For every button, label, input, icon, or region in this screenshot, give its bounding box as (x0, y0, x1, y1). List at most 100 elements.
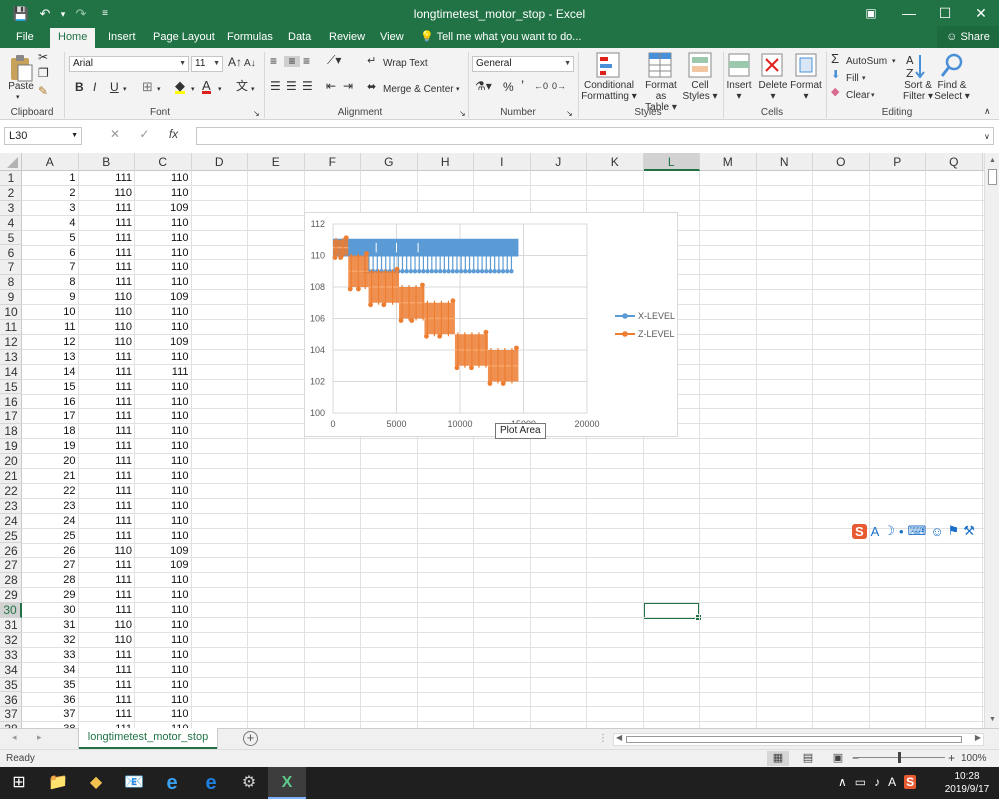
tab-formulas[interactable]: Formulas (219, 28, 281, 48)
cell-c8[interactable]: 110 (135, 275, 192, 290)
row-header-32[interactable]: 32 (0, 633, 22, 648)
row-header-35[interactable]: 35 (0, 678, 22, 693)
cell-a18[interactable]: 18 (22, 424, 79, 439)
row-header-5[interactable]: 5 (0, 231, 22, 246)
row-header-2[interactable]: 2 (0, 186, 22, 201)
tab-insert[interactable]: Insert (100, 28, 144, 48)
phonetic-icon[interactable]: 文 (236, 80, 248, 92)
align-top-icon[interactable]: ≡ (270, 55, 277, 67)
cell-c20[interactable]: 110 (135, 454, 192, 469)
cell-styles-icon[interactable] (688, 52, 712, 78)
row-header-23[interactable]: 23 (0, 499, 22, 514)
tab-page-layout[interactable]: Page Layout (145, 28, 223, 48)
column-header-j[interactable]: J (531, 153, 587, 171)
paste-dropdown-icon[interactable]: ▾ (16, 92, 20, 103)
ime-tools-icon[interactable]: ⚒ (963, 523, 975, 539)
horizontal-scroll-thumb[interactable] (626, 736, 962, 743)
cell-b34[interactable]: 111 (79, 663, 136, 678)
autosum-button[interactable]: AutoSum (846, 56, 887, 67)
row-header-21[interactable]: 21 (0, 469, 22, 484)
borders-dropdown-icon[interactable]: ▾ (157, 84, 161, 95)
name-box[interactable]: L30 ▼ (4, 127, 82, 145)
cell-styles-button[interactable]: Cell Styles ▾ (680, 80, 720, 102)
sheet-tab-longtimetest[interactable]: longtimetest_motor_stop (79, 728, 217, 749)
column-header-b[interactable]: B (79, 153, 135, 171)
cell-a13[interactable]: 13 (22, 350, 79, 365)
format-painter-icon[interactable]: ✎ (38, 85, 48, 97)
row-header-3[interactable]: 3 (0, 201, 22, 216)
wrap-text-button[interactable]: Wrap Text (383, 58, 428, 69)
cell-a7[interactable]: 7 (22, 260, 79, 275)
tool-app-icon[interactable]: ⚙ (230, 767, 268, 799)
cell-b32[interactable]: 110 (79, 633, 136, 648)
cell-b10[interactable]: 110 (79, 305, 136, 320)
cell-c34[interactable]: 110 (135, 663, 192, 678)
cell-c32[interactable]: 110 (135, 633, 192, 648)
font-dialog-launcher-icon[interactable]: ↘ (253, 108, 260, 119)
column-header-p[interactable]: P (870, 153, 926, 171)
cell-c7[interactable]: 110 (135, 260, 192, 275)
merge-dropdown-icon[interactable]: ▾ (456, 84, 460, 95)
cell-c24[interactable]: 110 (135, 514, 192, 529)
zoom-in-button[interactable]: + (948, 751, 955, 765)
cell-c5[interactable]: 110 (135, 231, 192, 246)
cell-c12[interactable]: 109 (135, 335, 192, 350)
cell-c28[interactable]: 110 (135, 573, 192, 588)
cell-a1[interactable]: 1 (22, 171, 79, 186)
cell-b31[interactable]: 110 (79, 618, 136, 633)
row-header-9[interactable]: 9 (0, 290, 22, 306)
row-header-25[interactable]: 25 (0, 529, 22, 544)
cell-b19[interactable]: 111 (79, 439, 136, 454)
network-icon[interactable]: ▭ (855, 775, 866, 789)
row-header-1[interactable]: 1 (0, 171, 22, 186)
row-header-7[interactable]: 7 (0, 260, 22, 276)
zoom-level[interactable]: 100% (961, 753, 987, 764)
cell-c21[interactable]: 110 (135, 469, 192, 484)
cell-a32[interactable]: 32 (22, 633, 79, 648)
column-header-d[interactable]: D (192, 153, 248, 171)
column-header-o[interactable]: O (813, 153, 870, 171)
cut-icon[interactable]: ✂ (38, 51, 48, 63)
row-header-8[interactable]: 8 (0, 275, 22, 291)
cell-a8[interactable]: 8 (22, 275, 79, 290)
align-center-icon[interactable]: ☰ (286, 80, 297, 92)
cell-a14[interactable]: 14 (22, 365, 79, 380)
cell-a15[interactable]: 15 (22, 380, 79, 395)
cell-b26[interactable]: 110 (79, 544, 136, 559)
formula-input[interactable] (196, 127, 994, 145)
next-sheet-icon[interactable]: ▸ (37, 732, 42, 742)
row-header-31[interactable]: 31 (0, 618, 22, 633)
ime-skin-icon[interactable]: ⚑ (948, 523, 960, 539)
cell-c33[interactable]: 110 (135, 648, 192, 663)
cell-b11[interactable]: 110 (79, 320, 136, 335)
cell-b4[interactable]: 111 (79, 216, 136, 231)
outlook-icon[interactable]: 📧 (115, 767, 153, 799)
cell-a5[interactable]: 5 (22, 231, 79, 246)
row-header-33[interactable]: 33 (0, 648, 22, 663)
row-header-16[interactable]: 16 (0, 395, 22, 410)
underline-dropdown-icon[interactable]: ▾ (123, 84, 127, 95)
cell-a30[interactable]: 30 (22, 603, 79, 618)
cancel-icon[interactable]: ✕ (110, 127, 120, 141)
cell-b15[interactable]: 111 (79, 380, 136, 395)
fill-color-icon[interactable]: ◆ (175, 79, 185, 94)
zoom-slider-knob[interactable] (898, 752, 901, 763)
cell-b33[interactable]: 111 (79, 648, 136, 663)
row-header-20[interactable]: 20 (0, 454, 22, 469)
tab-view[interactable]: View (372, 28, 412, 48)
cell-b7[interactable]: 111 (79, 260, 136, 275)
cell-c35[interactable]: 110 (135, 678, 192, 693)
input-language-icon[interactable]: A (888, 775, 896, 789)
cell-c37[interactable]: 110 (135, 707, 192, 722)
cell-c3[interactable]: 109 (135, 201, 192, 216)
cell-c6[interactable]: 110 (135, 246, 192, 261)
cell-c4[interactable]: 110 (135, 216, 192, 231)
insert-cells-button[interactable]: Insert ▾ (722, 80, 756, 102)
row-header-19[interactable]: 19 (0, 439, 22, 455)
number-format-select[interactable]: General ▼ (472, 56, 574, 72)
insert-cells-icon[interactable] (728, 53, 750, 77)
ime-emoji-icon[interactable]: ☺ (930, 524, 943, 539)
cell-a2[interactable]: 2 (22, 186, 79, 201)
cell-a10[interactable]: 10 (22, 305, 79, 320)
cell-b9[interactable]: 110 (79, 290, 136, 305)
